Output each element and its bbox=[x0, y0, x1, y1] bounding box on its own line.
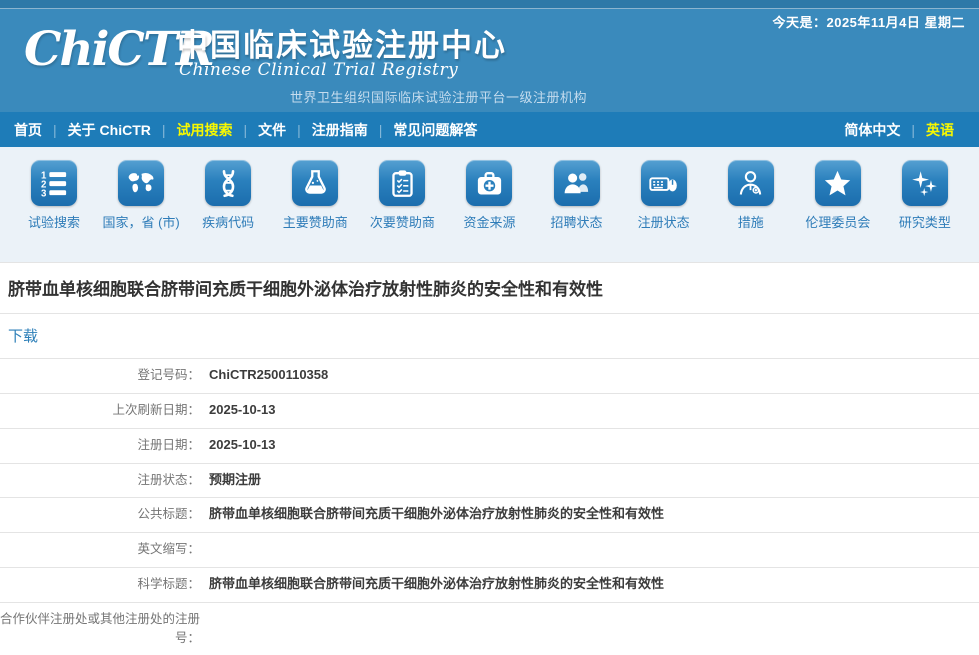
field-value bbox=[209, 540, 979, 559]
table-row: 登记号码： ChiCTR2500110358 bbox=[0, 358, 979, 393]
field-label: 注册状态： bbox=[0, 471, 200, 490]
star-icon bbox=[815, 160, 861, 206]
flask-icon bbox=[292, 160, 338, 206]
toolbar-item[interactable]: 资金来源 bbox=[447, 160, 531, 262]
toolbar-item-label: 主要赞助商 bbox=[283, 214, 348, 232]
field-value: ChiCTR2500110358 bbox=[209, 366, 979, 385]
table-row: 科学标题： 脐带血单核细胞联合脐带间充质干细胞外泌体治疗放射性肺炎的安全性和有效… bbox=[0, 567, 979, 602]
trial-detail-content: 脐带血单核细胞联合脐带间充质干细胞外泌体治疗放射性肺炎的安全性和有效性 下载 登… bbox=[0, 262, 979, 655]
field-value bbox=[209, 610, 979, 648]
nav-item-6[interactable]: 常见问题解答 bbox=[393, 120, 477, 140]
nav-menu: 首页 | 关于 ChiCTR | 试用搜索 | 文件 | 注册指南 | 常见问题解答 bbox=[14, 120, 488, 140]
field-label: 公共标题： bbox=[0, 505, 200, 524]
search-filter-toolbar: 1 2 3 试验搜索 国家，省 (市) 疾病代码 主要赞助商 次要赞助商 bbox=[0, 147, 979, 262]
doctor-icon bbox=[728, 160, 774, 206]
toolbar-item[interactable]: 主要赞助商 bbox=[273, 160, 357, 262]
nav-separator: | bbox=[162, 122, 166, 138]
people-icon bbox=[554, 160, 600, 206]
toolbar-item[interactable]: 注册状态 bbox=[622, 160, 706, 262]
toolbar-item[interactable]: 疾病代码 bbox=[186, 160, 270, 262]
download-link[interactable]: 下载 bbox=[8, 328, 38, 345]
sparkles-icon bbox=[902, 160, 948, 206]
toolbar-item-label: 研究类型 bbox=[899, 214, 951, 232]
site-title-chinese: 中国临床试验注册中心 bbox=[177, 20, 507, 65]
table-row: 公共标题： 脐带血单核细胞联合脐带间充质干细胞外泌体治疗放射性肺炎的安全性和有效… bbox=[0, 497, 979, 532]
medical-bag-icon bbox=[466, 160, 512, 206]
dna-icon bbox=[205, 160, 251, 206]
toolbar-item[interactable]: 国家，省 (市) bbox=[99, 160, 183, 262]
table-row: 注册日期： 2025-10-13 bbox=[0, 428, 979, 463]
field-label: 合作伙伴注册处或其他注册处的注册号： bbox=[0, 610, 200, 648]
field-value: 2025-10-13 bbox=[209, 436, 979, 455]
clipboard-icon bbox=[379, 160, 425, 206]
table-row: 英文缩写： bbox=[0, 532, 979, 567]
keyboard-mouse-icon bbox=[641, 160, 687, 206]
svg-text:3: 3 bbox=[40, 188, 46, 199]
nav-separator: | bbox=[53, 122, 57, 138]
site-header: 今天是：2025年11月4日 星期二 ChiCTR 中国临床试验注册中心 Chi… bbox=[0, 0, 979, 112]
language-switcher: 简体中文 | 英语 bbox=[833, 120, 965, 140]
trial-title: 脐带血单核细胞联合脐带间充质干细胞外泌体治疗放射性肺炎的安全性和有效性 bbox=[0, 262, 979, 313]
toolbar-item[interactable]: 次要赞助商 bbox=[360, 160, 444, 262]
numbered-list-icon: 1 2 3 bbox=[31, 160, 77, 206]
site-title-english: Chinese Clinical Trial Registry bbox=[179, 60, 458, 80]
world-map-icon bbox=[118, 160, 164, 206]
toolbar-item[interactable]: 1 2 3 试验搜索 bbox=[12, 160, 96, 262]
toolbar-item-label: 资金来源 bbox=[463, 214, 515, 232]
nav-item-1[interactable]: 首页 bbox=[14, 120, 42, 140]
field-value: 2025-10-13 bbox=[209, 401, 979, 420]
field-value: 脐带血单核细胞联合脐带间充质干细胞外泌体治疗放射性肺炎的安全性和有效性 bbox=[209, 575, 979, 594]
field-label: 注册日期： bbox=[0, 436, 200, 455]
field-label: 登记号码： bbox=[0, 366, 200, 385]
toolbar-item[interactable]: 措施 bbox=[709, 160, 793, 262]
toolbar-item-label: 国家，省 (市) bbox=[102, 214, 179, 232]
nav-item-2[interactable]: 关于 ChiCTR bbox=[68, 120, 151, 140]
field-label: 上次刷新日期： bbox=[0, 401, 200, 420]
toolbar-item[interactable]: 研究类型 bbox=[883, 160, 967, 262]
toolbar-item-label: 招聘状态 bbox=[551, 214, 603, 232]
table-row: 合作伙伴注册处或其他注册处的注册号： bbox=[0, 602, 979, 655]
field-value: 脐带血单核细胞联合脐带间充质干细胞外泌体治疗放射性肺炎的安全性和有效性 bbox=[209, 505, 979, 524]
nav-separator: | bbox=[911, 122, 915, 138]
current-date: 今天是：2025年11月4日 星期二 bbox=[772, 12, 965, 31]
nav-separator: | bbox=[379, 122, 383, 138]
trial-info-table: 登记号码： ChiCTR2500110358 上次刷新日期： 2025-10-1… bbox=[0, 358, 979, 655]
language-option-1[interactable]: 简体中文 bbox=[844, 120, 900, 140]
toolbar-item-label: 疾病代码 bbox=[202, 214, 254, 232]
nav-separator: | bbox=[244, 122, 248, 138]
nav-item-3[interactable]: 试用搜索 bbox=[177, 120, 233, 140]
toolbar-item[interactable]: 招聘状态 bbox=[535, 160, 619, 262]
nav-item-5[interactable]: 注册指南 bbox=[312, 120, 368, 140]
language-option-2[interactable]: 英语 bbox=[926, 120, 954, 140]
main-navigation: 首页 | 关于 ChiCTR | 试用搜索 | 文件 | 注册指南 | 常见问题解答 简体中文 | 英语 bbox=[0, 112, 979, 147]
toolbar-item-label: 伦理委员会 bbox=[805, 214, 870, 232]
toolbar-item-label: 次要赞助商 bbox=[370, 214, 435, 232]
field-value: 预期注册 bbox=[209, 471, 979, 490]
field-label: 科学标题： bbox=[0, 575, 200, 594]
toolbar-item-label: 措施 bbox=[738, 214, 764, 232]
who-registry-subtitle: 世界卫生组织国际临床试验注册平台一级注册机构 bbox=[290, 87, 587, 106]
field-label: 英文缩写： bbox=[0, 540, 200, 559]
download-bar: 下载 bbox=[0, 313, 979, 358]
nav-item-4[interactable]: 文件 bbox=[258, 120, 286, 140]
toolbar-item-label: 注册状态 bbox=[638, 214, 690, 232]
toolbar-item[interactable]: 伦理委员会 bbox=[796, 160, 880, 262]
nav-separator: | bbox=[297, 122, 301, 138]
toolbar-item-label: 试验搜索 bbox=[28, 214, 80, 232]
table-row: 上次刷新日期： 2025-10-13 bbox=[0, 393, 979, 428]
table-row: 注册状态： 预期注册 bbox=[0, 463, 979, 498]
header-top-strip bbox=[0, 0, 979, 9]
